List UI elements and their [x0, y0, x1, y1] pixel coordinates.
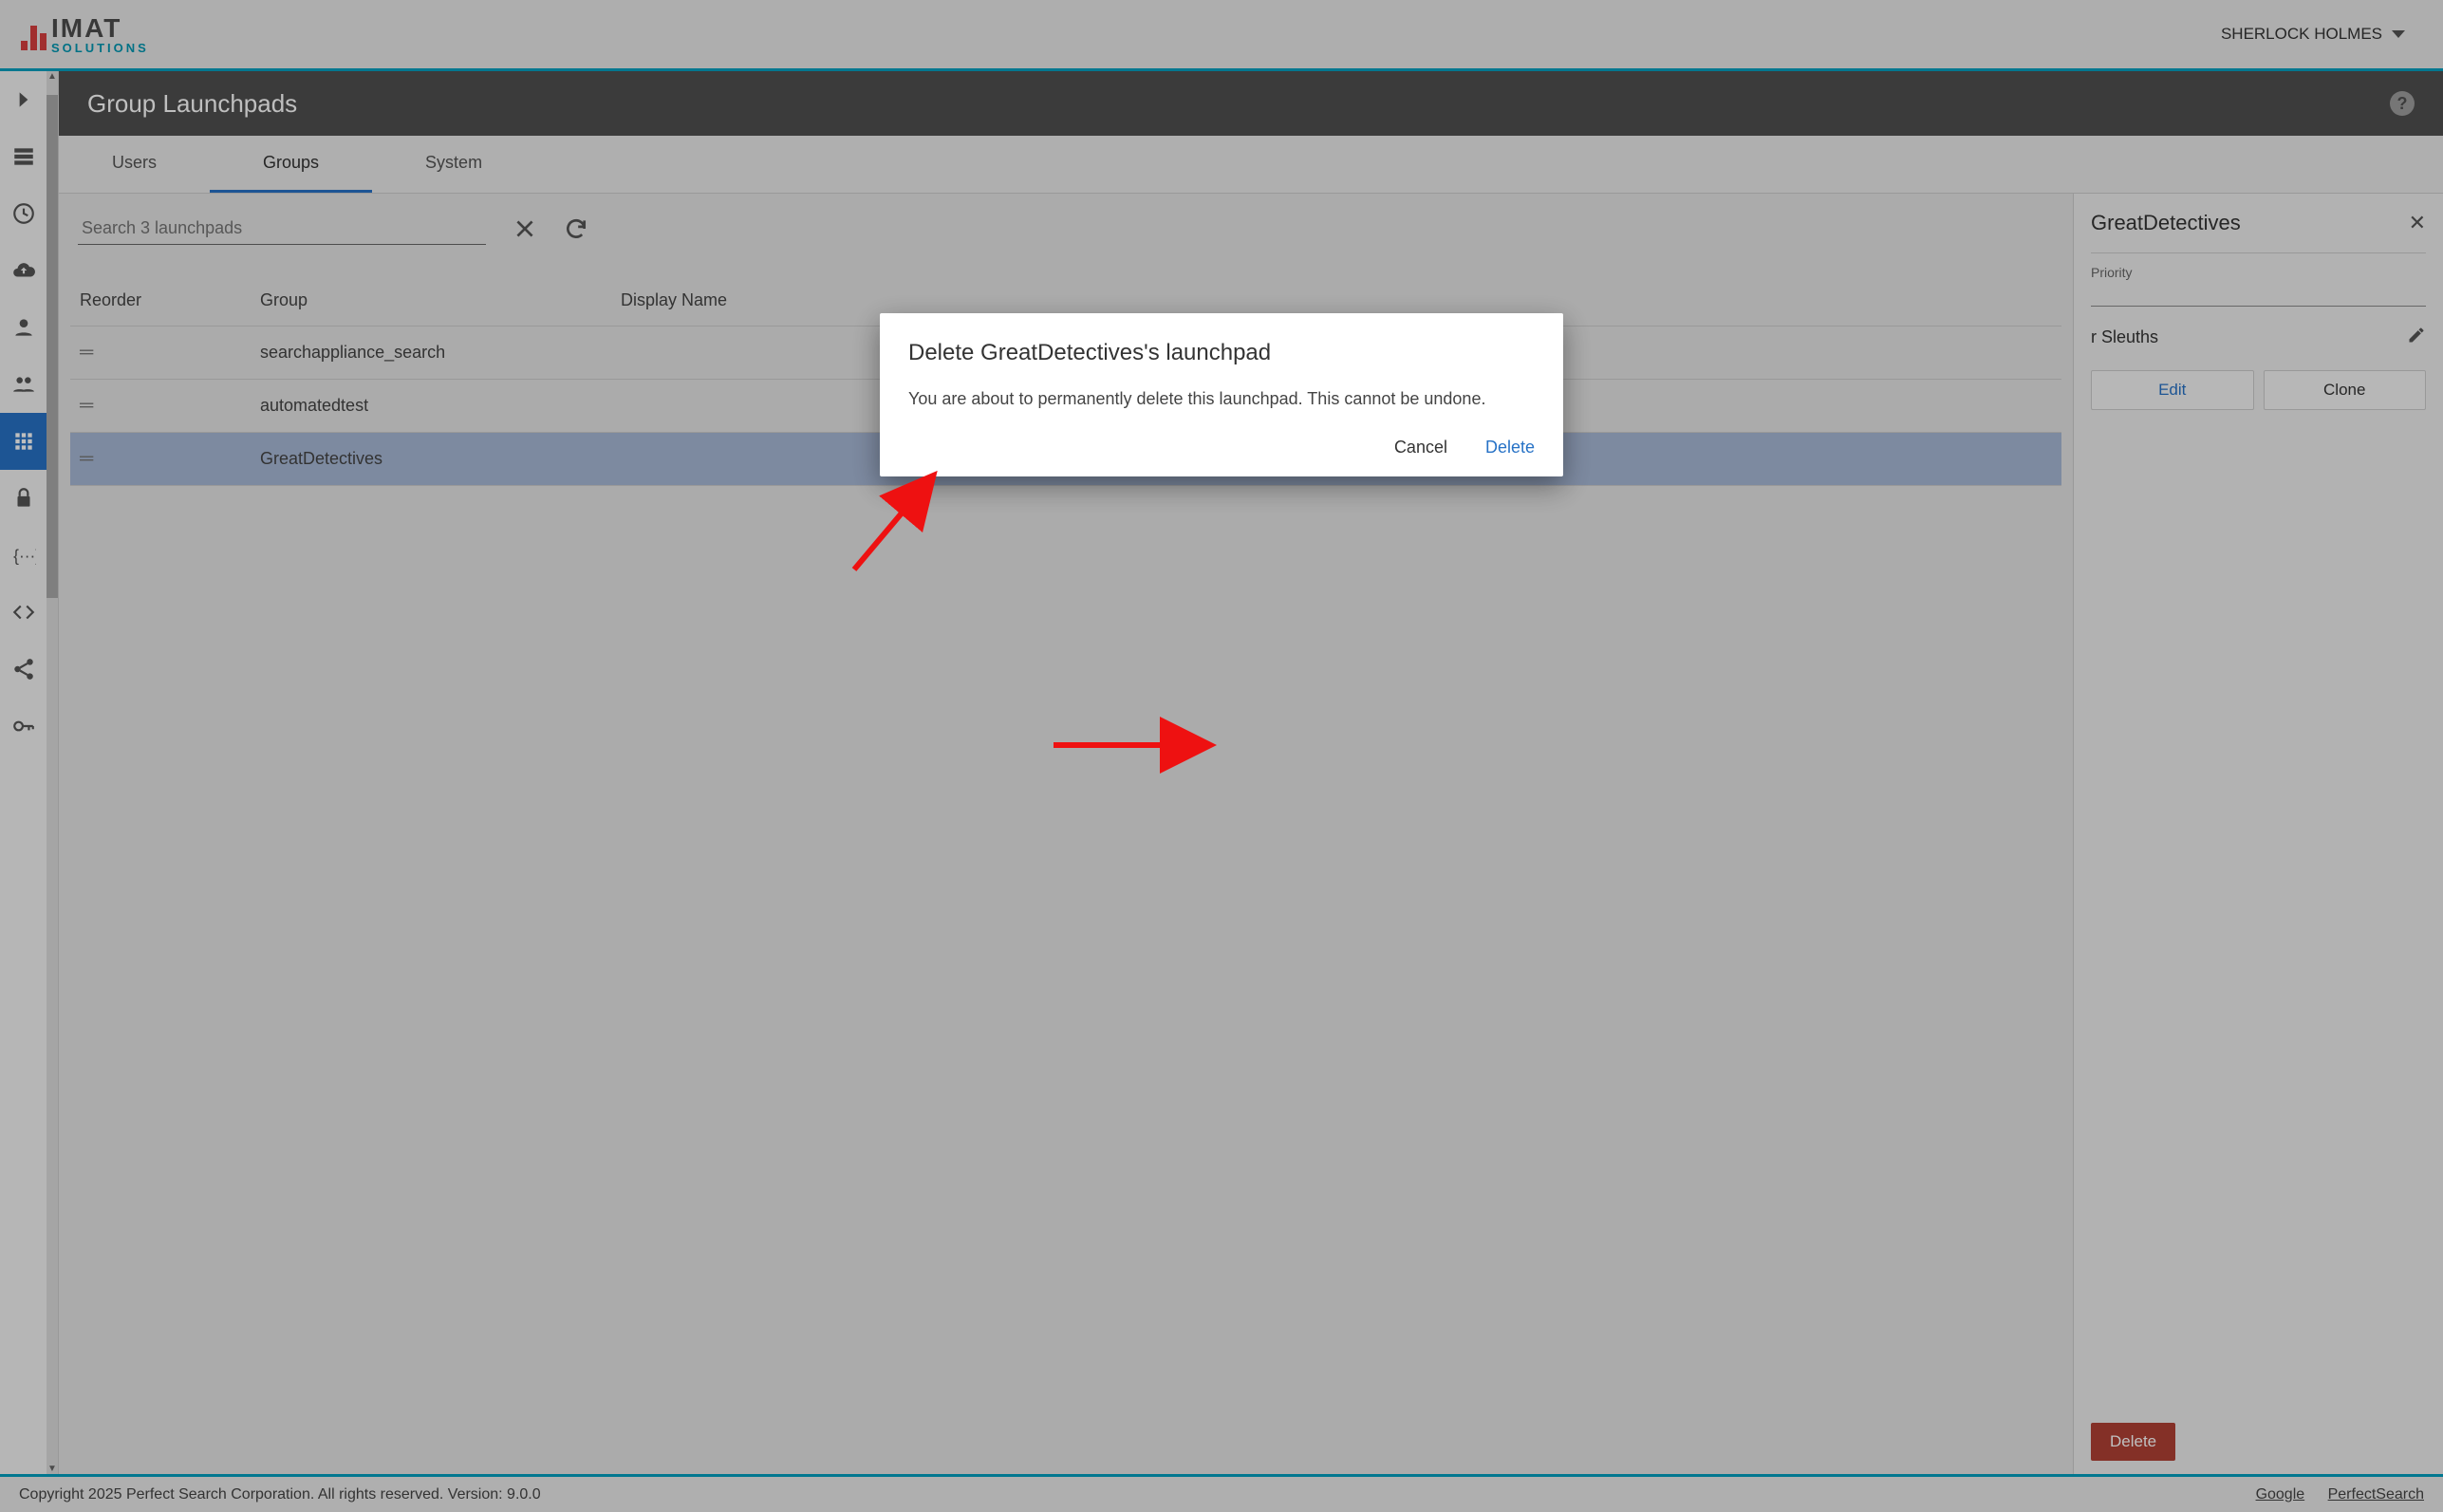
modal-body: You are about to permanently delete this…: [908, 389, 1535, 409]
confirm-delete-button[interactable]: Delete: [1485, 438, 1535, 457]
modal-title: Delete GreatDetectives's launchpad: [908, 340, 1535, 366]
cancel-button[interactable]: Cancel: [1394, 438, 1447, 457]
confirm-delete-modal: Delete GreatDetectives's launchpad You a…: [880, 313, 1563, 476]
modal-overlay: Delete GreatDetectives's launchpad You a…: [0, 0, 2443, 1512]
